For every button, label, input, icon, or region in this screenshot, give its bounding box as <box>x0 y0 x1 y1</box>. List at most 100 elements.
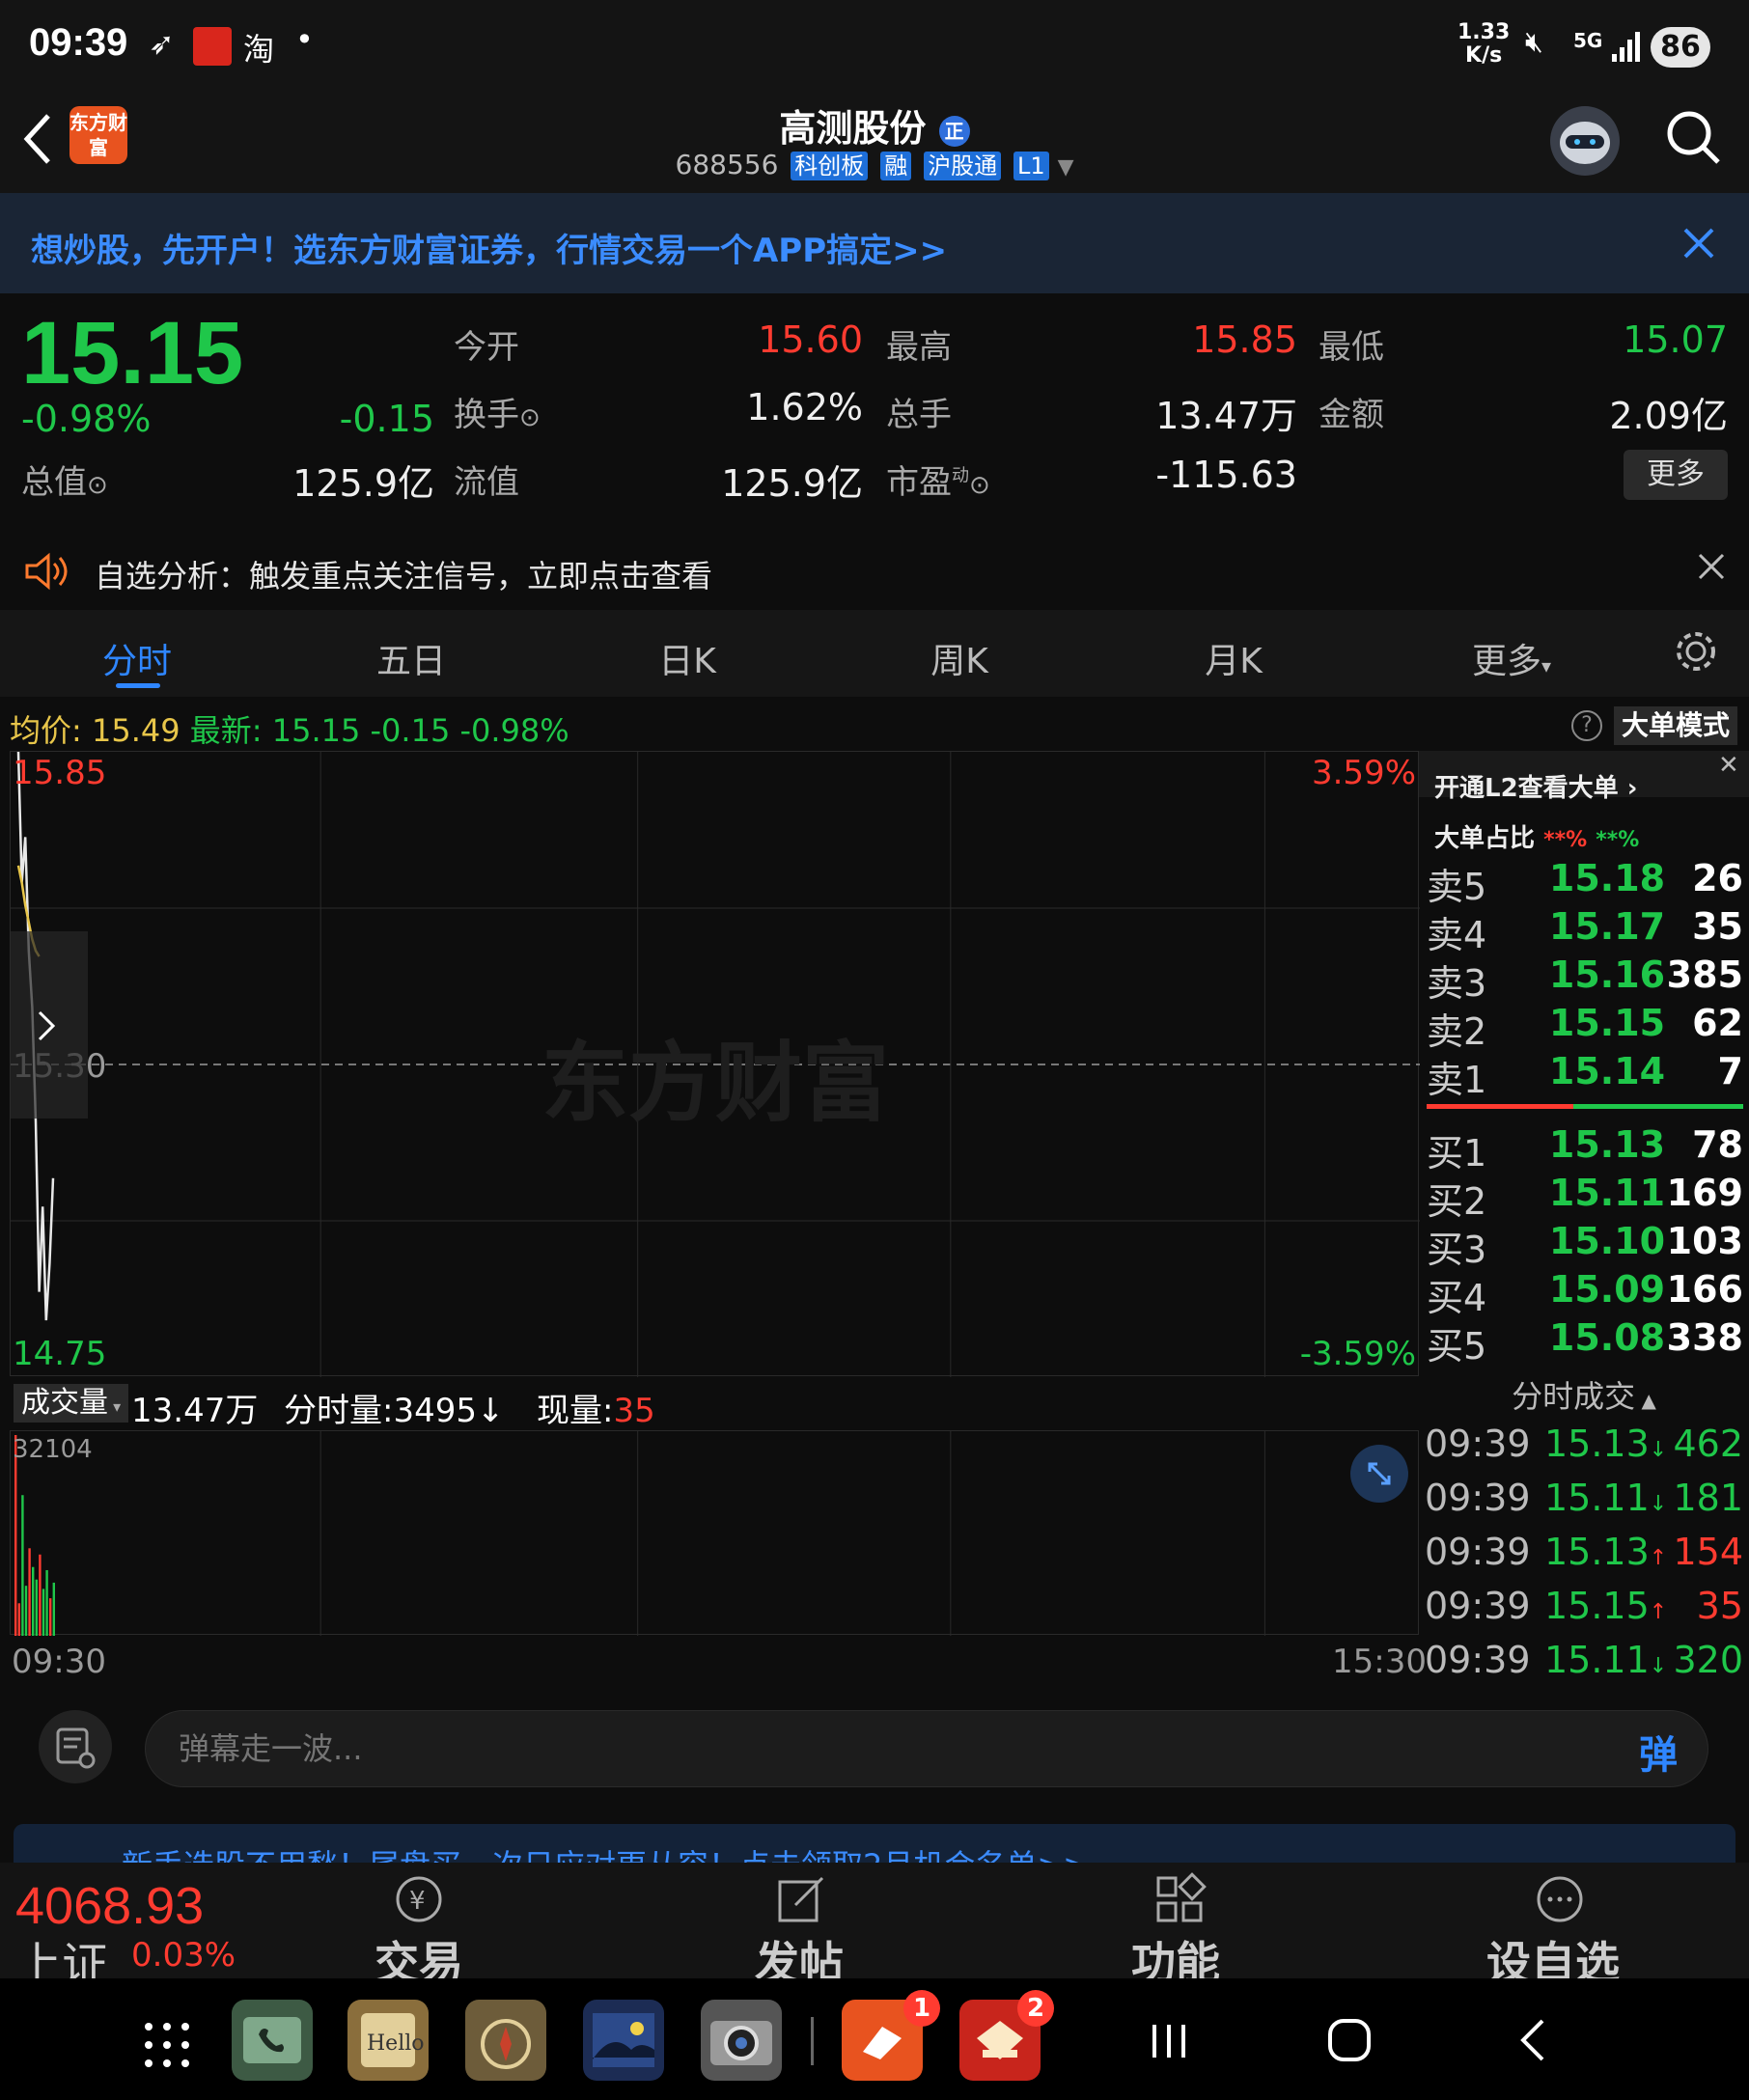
float-label: 流值 <box>454 463 519 502</box>
ask-row-4[interactable]: 卖4 15.17 35 <box>1419 905 1749 956</box>
tag-level: L1 <box>1013 152 1049 180</box>
camera-app-icon[interactable] <box>701 2000 782 2081</box>
y-bottom-label: 14.75 <box>13 1335 107 1373</box>
volume-max-label: 32104 <box>13 1435 93 1464</box>
app-notification-icon: ➶ <box>149 25 175 62</box>
signal-icon <box>1610 29 1643 64</box>
expand-side-panel-handle[interactable] <box>11 931 88 1119</box>
quote-panel: 15.15 -0.98% -0.15 总值⊙ 125.9亿 今开 15.60 最… <box>0 293 1749 515</box>
svg-text:¥: ¥ <box>409 1887 426 1916</box>
more-button[interactable]: 更多 <box>1624 450 1728 500</box>
notification-badge: 1 <box>903 1990 940 2027</box>
low-label: 最低 <box>1319 328 1384 367</box>
gallery-app-icon[interactable] <box>583 2000 664 2081</box>
tab-monthly-k[interactable]: 月K <box>1137 633 1330 683</box>
ask-row-3[interactable]: 卖3 15.16 385 <box>1419 953 1749 1005</box>
intraday-chart[interactable]: 东方财富 15.85 15.30 14.75 3.59% -3.59% <box>10 751 1420 1377</box>
y-top-label: 15.85 <box>13 754 107 792</box>
phone-app-icon[interactable] <box>232 2000 313 2081</box>
close-icon[interactable] <box>1681 226 1716 261</box>
tab-five-day[interactable]: 五日 <box>315 633 508 683</box>
bid-row-5[interactable]: 买5 15.08 338 <box>1419 1316 1749 1368</box>
search-icon[interactable] <box>1662 106 1724 168</box>
danmu-send-button[interactable]: 弹 <box>1639 1724 1678 1780</box>
ticks-header[interactable]: 分时成交 ▲ <box>1419 1372 1749 1417</box>
notes-app-icon-label: Hello <box>367 2031 425 2056</box>
price-info-line: 均价: 15.49 最新: 15.15 -0.15 -0.98% ? 大单模式 <box>0 699 1749 751</box>
broker-notification-icon <box>193 27 232 66</box>
robot-assistant-icon[interactable] <box>1550 106 1620 176</box>
bottom-nav: 4068.93 上证 0.03% ¥ 交易 发帖 功能 设自选 <box>0 1863 1749 1992</box>
fullscreen-icon[interactable] <box>1350 1445 1408 1503</box>
volume-bar <box>39 1554 42 1636</box>
bid-row-4[interactable]: 买4 15.09 166 <box>1419 1268 1749 1319</box>
volume-bar <box>14 1435 17 1636</box>
trade-icon[interactable]: ¥ <box>392 1872 446 1926</box>
volume-bar <box>24 1586 28 1636</box>
nav-functions[interactable]: 功能 <box>1131 1928 1220 1978</box>
stock-code-line: 688556 科创板 融 沪股通 L1 ▼ <box>0 149 1749 180</box>
volume-bar <box>21 1495 24 1636</box>
post-icon[interactable] <box>774 1872 828 1926</box>
mktcap-label[interactable]: 总值⊙ <box>21 456 108 503</box>
close-icon[interactable] <box>1697 552 1726 581</box>
functions-icon[interactable] <box>1152 1872 1207 1926</box>
danmu-input[interactable] <box>145 1710 1708 1787</box>
taobao-icon: 淘 <box>243 31 275 68</box>
bid-row-1[interactable]: 买1 15.13 78 <box>1419 1123 1749 1174</box>
nav-back-icon[interactable] <box>1513 2017 1552 2063</box>
analysis-alert[interactable]: 自选分析：触发重点关注信号，立即点击查看 <box>0 533 1749 610</box>
danmu-settings-icon[interactable] <box>39 1710 112 1783</box>
notes-app-icon[interactable]: Hello <box>347 2000 429 2081</box>
bid-row-3[interactable]: 买3 15.10 103 <box>1419 1220 1749 1271</box>
mktcap-value: 125.9亿 <box>292 462 434 505</box>
turnover-label[interactable]: 换手⊙ <box>454 388 541 435</box>
more-notifications-dot: • <box>295 21 314 58</box>
gear-icon[interactable] <box>1672 627 1720 676</box>
pct-bottom-label: -3.59% <box>1299 1335 1416 1373</box>
banner-text[interactable]: 想炒股，先开户！选东方财富证券，行情交易一个APP搞定>> <box>31 224 947 271</box>
status-bar: 09:39 ➶ 淘 • 1.33 K/s 🔇︎ 5G 86 <box>0 0 1749 93</box>
high-value: 15.85 <box>1192 318 1297 361</box>
alert-text[interactable]: 自选分析：触发重点关注信号，立即点击查看 <box>95 552 712 596</box>
browser-app-icon[interactable] <box>465 2000 546 2081</box>
nav-add-watchlist[interactable]: 设自选 <box>1486 1928 1620 1978</box>
tab-more[interactable]: 更多▾ <box>1415 633 1608 683</box>
l2-promo-text: 开通L2查看大单 <box>1434 774 1619 803</box>
l2-promo[interactable]: 开通L2查看大单 › ✕ <box>1419 751 1749 803</box>
current-volume: 现量:35 <box>537 1392 655 1430</box>
volume-indicator-dropdown[interactable]: 成交量 ▾ <box>14 1384 129 1423</box>
volume-chart[interactable]: 32104 <box>10 1430 1419 1636</box>
tab-daily-k[interactable]: 日K <box>591 633 784 683</box>
account-promo-banner[interactable]: 想炒股，先开户！选东方财富证券，行情交易一个APP搞定>> <box>0 193 1749 293</box>
nav-trade[interactable]: 交易 <box>375 1928 463 1978</box>
speaker-icon <box>23 552 71 591</box>
tab-weekly-k[interactable]: 周K <box>863 633 1056 683</box>
tag-connect: 沪股通 <box>924 152 1002 180</box>
ask-row-1[interactable]: 卖1 15.14 7 <box>1419 1050 1749 1101</box>
home-icon[interactable] <box>1326 2017 1373 2063</box>
watermark: 东方财富 <box>541 1033 889 1134</box>
close-icon[interactable]: ✕ <box>1718 751 1747 780</box>
danmu-bar: 弹 <box>0 1695 1749 1801</box>
buy-sell-ratio-red <box>1427 1104 1573 1109</box>
order-book: 开通L2查看大单 › ✕ 大单占比 **% **% 卖5 15.18 26 卖4 15… <box>1419 751 1749 1687</box>
recent-apps-icon[interactable] <box>1149 2021 1189 2061</box>
bid-row-2[interactable]: 买2 15.11 169 <box>1419 1172 1749 1223</box>
pe-label[interactable]: 市盈动⊙ <box>886 456 990 503</box>
dropdown-icon[interactable]: ▼ <box>1058 155 1074 180</box>
tab-intraday[interactable]: 分时 <box>41 633 234 683</box>
ask-row-5[interactable]: 卖5 15.18 26 <box>1419 857 1749 908</box>
open-value: 15.60 <box>758 318 863 361</box>
nav-post[interactable]: 发帖 <box>755 1928 844 1978</box>
big-order-mode-button[interactable]: 大单模式 <box>1614 706 1737 745</box>
app-drawer-icon[interactable] <box>143 2021 191 2069</box>
ask-row-2[interactable]: 卖2 15.15 62 <box>1419 1002 1749 1053</box>
volume-total: 13.47万 <box>131 1392 259 1430</box>
index-change: 0.03% <box>131 1936 236 1975</box>
volume-grid <box>319 1431 1265 1636</box>
system-dock: Hello 1 2 <box>0 1978 1749 2100</box>
help-icon[interactable]: ? <box>1571 710 1602 741</box>
add-watchlist-icon[interactable] <box>1533 1872 1587 1926</box>
volume-bar <box>28 1548 31 1636</box>
